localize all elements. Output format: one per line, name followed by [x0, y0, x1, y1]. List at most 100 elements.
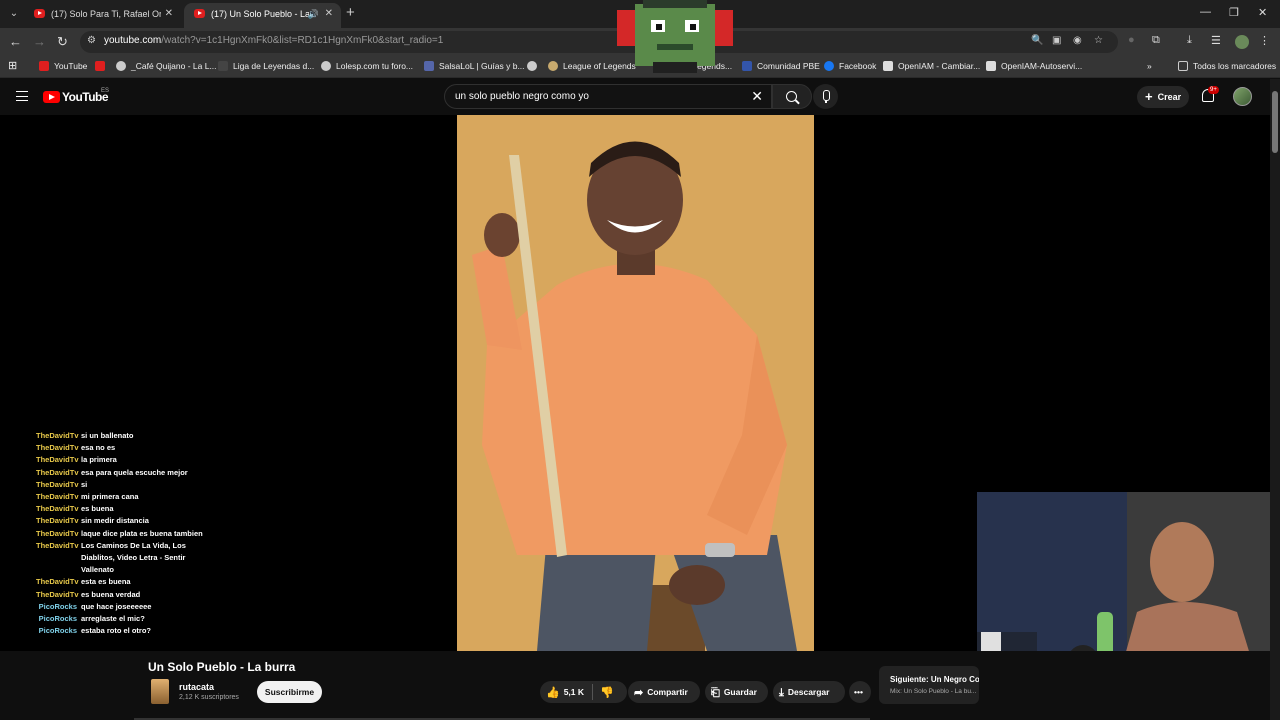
youtube-favicon-icon	[34, 9, 45, 18]
chat-text: laque dice plata es buena tambien	[81, 528, 203, 538]
download-icon[interactable]: ⤓	[1187, 34, 1192, 47]
pixel-mascot-overlay	[613, 0, 737, 73]
chat-message: TheDavidTv esa no es	[36, 442, 216, 454]
browser-tab[interactable]: (17) Solo Para Ti, Rafael Orozco ✕	[24, 3, 181, 28]
share-button[interactable]: ➦ Compartir	[628, 681, 700, 703]
subscribe-button[interactable]: Suscribirme	[257, 681, 322, 703]
user-avatar[interactable]	[1233, 87, 1252, 106]
channel-name[interactable]: rutacata	[179, 682, 214, 692]
chat-message: TheDavidTv sin medir distancia	[36, 515, 216, 527]
tab-search-button[interactable]: ⌄	[5, 5, 23, 23]
create-button[interactable]: + Crear	[1137, 86, 1189, 108]
browser-tab-active[interactable]: (17) Un Solo Pueblo - La burra 🔊 ✕	[184, 3, 341, 28]
cast-icon[interactable]: ▣	[1052, 35, 1061, 46]
search-button[interactable]	[772, 84, 812, 109]
chat-message: TheDavidTv laque dice plata es buena tamb…	[36, 528, 216, 540]
video-frame-image	[457, 115, 814, 651]
chat-username: TheDavidTv	[36, 504, 79, 514]
like-divider	[592, 684, 593, 700]
new-tab-button[interactable]: +	[346, 5, 355, 21]
chat-text: sin medir distancia	[81, 516, 149, 526]
chat-username: TheDavidTv	[36, 540, 79, 550]
chat-username: PicoRocks	[38, 614, 77, 624]
chat-username: TheDavidTv	[36, 431, 79, 440]
chat-username: TheDavidTv	[36, 589, 79, 599]
chat-text: es buena verdad	[81, 589, 141, 599]
youtube-logo-icon[interactable]	[43, 91, 60, 103]
chat-username: TheDavidTv	[36, 479, 79, 489]
bookmark-item[interactable]: OpenIAM-Autoservi...	[986, 61, 1082, 71]
back-button[interactable]: ←	[9, 33, 22, 51]
dislike-button[interactable]: 👎	[596, 681, 620, 703]
bookmark-item[interactable]: OpenIAM - Cambiar...	[883, 61, 980, 71]
url-text: youtube.com/watch?v=1c1HgnXmFk0&list=RD1…	[104, 35, 444, 46]
zoom-icon[interactable]: 🔍	[1031, 35, 1043, 46]
clear-search-icon[interactable]: ✕	[751, 88, 763, 105]
bookmark-item[interactable]	[527, 61, 542, 71]
chat-text: esta es buena	[81, 577, 131, 587]
bookmark-item[interactable]: Comunidad PBE	[742, 61, 820, 71]
download-button[interactable]: ⤓ Descargar	[773, 681, 845, 703]
plus-icon: +	[1145, 89, 1153, 104]
minimize-icon[interactable]: —	[1200, 6, 1211, 18]
more-actions-button[interactable]: •••	[849, 681, 871, 703]
like-button[interactable]: 👍 5,1 K	[546, 687, 584, 699]
bookmark-item[interactable]: Lolesp.com tu foro...	[321, 61, 413, 71]
channel-avatar[interactable]	[151, 679, 169, 704]
bookmark-star-icon[interactable]: ☆	[1094, 35, 1103, 46]
youtube-favicon-icon	[194, 9, 205, 18]
chat-text: la primera	[81, 455, 117, 465]
chat-message: TheDavidTv mi primera cana	[36, 491, 216, 503]
page-scrollbar[interactable]	[1270, 79, 1280, 720]
chat-text: si un ballenato	[81, 431, 134, 440]
thumbs-up-icon: 👍	[546, 687, 560, 699]
search-query: un solo pueblo negro como yo	[455, 91, 589, 102]
all-bookmarks-folder[interactable]: Todos los marcadores	[1178, 61, 1276, 71]
more-bookmarks-icon[interactable]: »	[1147, 61, 1152, 71]
bookmark-item[interactable]: Liga de Leyendas d...	[218, 61, 314, 71]
chat-text: que hace joseeeeee	[81, 601, 152, 611]
voice-search-icon[interactable]	[813, 84, 838, 109]
chat-message: PicoRocks estaba roto el otro?	[36, 625, 216, 637]
up-next-card[interactable]: Siguiente: Un Negro Co... Mix: Un Solo P…	[879, 666, 979, 704]
scrollbar-thumb[interactable]	[1272, 91, 1278, 153]
chat-username: PicoRocks	[38, 601, 77, 611]
forward-button[interactable]: →	[33, 33, 46, 51]
bookmark-item[interactable]: _Café Quijano - La L...	[116, 61, 217, 71]
bookmark-item[interactable]: SalsaLoL | Guías y b...	[424, 61, 525, 71]
browser-menu-icon[interactable]: ⋮	[1259, 34, 1270, 47]
chat-username: TheDavidTv	[36, 577, 79, 587]
audio-playing-icon[interactable]: 🔊	[308, 3, 319, 25]
chat-message: TheDavidTv esa para quela escuche mejor	[36, 467, 216, 479]
menu-hamburger-icon[interactable]	[16, 91, 28, 101]
reload-button[interactable]: ↻	[57, 33, 68, 51]
restore-icon[interactable]: ❐	[1229, 6, 1239, 19]
reading-list-icon[interactable]: ☰	[1211, 34, 1221, 47]
notification-count-badge: 9+	[1208, 86, 1219, 94]
chat-username: TheDavidTv	[36, 528, 79, 538]
browser-profile-avatar[interactable]	[1235, 35, 1249, 49]
chat-message: TheDavidTv si un ballenato	[36, 430, 216, 442]
site-info-icon[interactable]: ⚙	[87, 35, 96, 46]
video-metadata: Un Solo Pueblo - La burra rutacata 2,12 …	[0, 651, 1270, 720]
bookmark-favicon-icon	[95, 61, 105, 71]
save-button[interactable]: ⎗ Guardar	[705, 681, 768, 703]
address-bar[interactable]: ⚙ youtube.com/watch?v=1c1HgnXmFk0&list=R…	[80, 31, 1118, 53]
eye-off-icon[interactable]: ◉	[1073, 35, 1082, 46]
chat-message: TheDavidTv es buena	[36, 503, 216, 515]
chat-message: TheDavidTv la primera	[36, 454, 216, 466]
search-input[interactable]: un solo pueblo negro como yo ✕	[444, 84, 772, 109]
close-tab-icon[interactable]: ✕	[165, 3, 173, 25]
share-arrow-icon: ➦	[634, 687, 644, 699]
apps-grid-icon[interactable]: ⊞	[8, 59, 17, 72]
close-tab-icon[interactable]: ✕	[325, 3, 333, 25]
chat-text: es buena	[81, 504, 114, 514]
bookmark-item[interactable]: Facebook	[824, 61, 876, 71]
chat-text: esa no es	[81, 443, 116, 453]
bookmark-item[interactable]: YouTube	[39, 61, 87, 71]
extension-icon[interactable]: ●	[1128, 34, 1135, 46]
bookmark-item[interactable]	[95, 61, 110, 71]
up-next-subtitle: Mix: Un Solo Pueblo - La bu...	[890, 688, 977, 695]
close-window-icon[interactable]: ✕	[1258, 6, 1267, 19]
extensions-puzzle-icon[interactable]: ⧉	[1152, 34, 1160, 47]
